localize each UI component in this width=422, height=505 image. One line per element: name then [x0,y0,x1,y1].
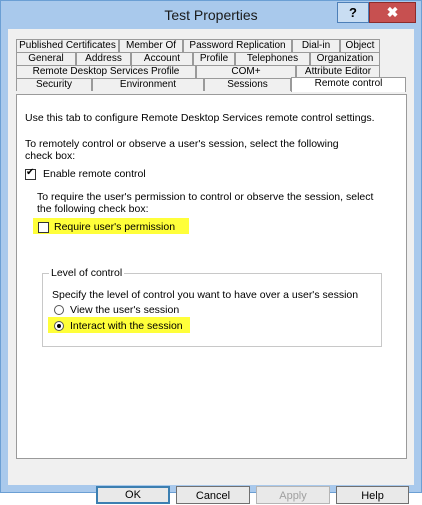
view-session-radio[interactable] [54,305,64,315]
require-permission-label[interactable]: Require user's permission [54,221,175,233]
enable-remote-control-checkbox[interactable] [25,167,36,180]
instruction-text-line2: check box: [25,150,76,162]
tab-row-2: General Address Account Profile Telephon… [16,52,380,65]
instruction-text-line1: To remotely control or observe a user's … [25,138,339,150]
permission-text-line1: To require the user's permission to cont… [37,191,374,203]
level-of-control-description: Specify the level of control you want to… [52,289,359,301]
tab-organization[interactable]: Organization [310,52,380,65]
close-icon[interactable]: ✖ [369,2,416,23]
tab-sessions[interactable]: Sessions [204,78,291,91]
interact-session-label[interactable]: Interact with the session [70,320,183,332]
permission-text-line2: the following check box: [37,203,149,215]
title-bar[interactable]: Test Properties ? ✖ [1,1,421,28]
tab-com-plus[interactable]: COM+ [196,65,296,78]
tab-password-replication[interactable]: Password Replication [183,39,292,52]
tab-account[interactable]: Account [131,52,193,65]
cancel-button[interactable]: Cancel [176,486,250,504]
properties-window: Test Properties ? ✖ Published Certificat… [0,0,422,504]
apply-button[interactable]: Apply [256,486,330,504]
tab-published-certificates[interactable]: Published Certificates [16,39,119,52]
tab-remote-desktop-services-profile[interactable]: Remote Desktop Services Profile [16,65,196,78]
tab-telephones[interactable]: Telephones [235,52,310,65]
dialog-client: Published Certificates Member Of Passwor… [8,29,414,504]
tab-remote-control[interactable]: Remote control [291,77,406,92]
tab-dial-in[interactable]: Dial-in [292,39,340,52]
tab-object[interactable]: Object [340,39,380,52]
tab-profile[interactable]: Profile [193,52,235,65]
tab-environment[interactable]: Environment [92,78,204,91]
tab-member-of[interactable]: Member Of [119,39,183,52]
intro-text: Use this tab to configure Remote Desktop… [25,112,375,124]
help-icon[interactable]: ? [337,2,369,23]
view-session-label[interactable]: View the user's session [70,304,179,316]
enable-remote-control-label[interactable]: Enable remote control [43,168,146,180]
interact-session-radio[interactable] [54,321,64,331]
tab-row-1: Published Certificates Member Of Passwor… [16,39,380,52]
require-permission-checkbox[interactable] [38,222,49,233]
tab-row-4: Security Environment Sessions Remote con… [16,77,406,92]
tab-security[interactable]: Security [16,78,92,91]
ok-button[interactable]: OK [96,486,170,504]
level-of-control-title: Level of control [49,267,125,279]
tab-general[interactable]: General [16,52,76,65]
tab-address[interactable]: Address [76,52,131,65]
help-button[interactable]: Help [336,486,409,504]
